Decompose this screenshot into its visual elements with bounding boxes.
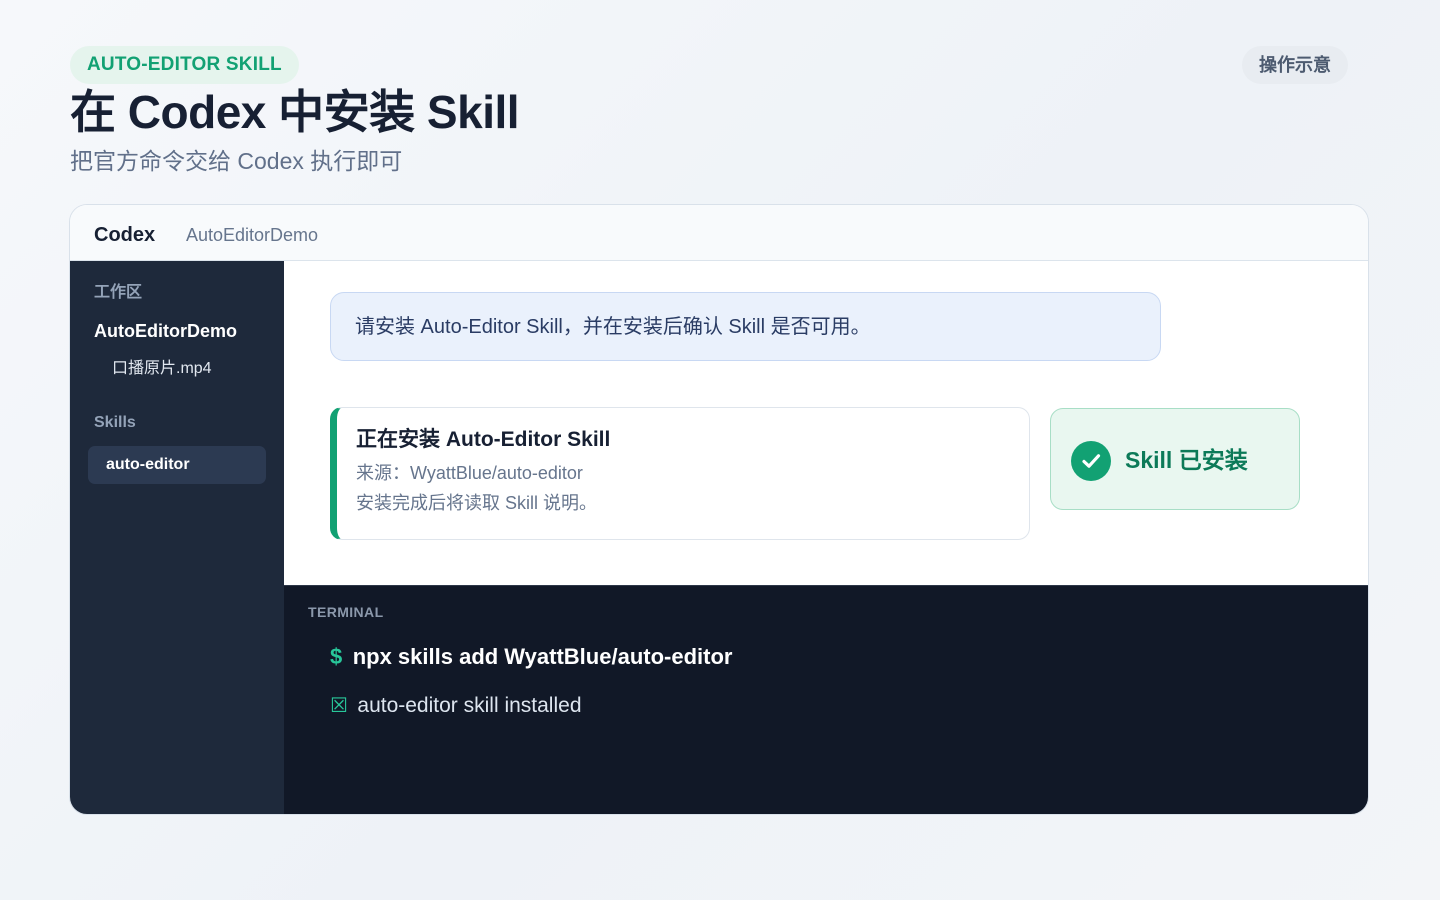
project-name: AutoEditorDemo	[186, 225, 319, 245]
workspace-item-autoeditordemo[interactable]: AutoEditorDemo	[94, 318, 237, 344]
terminal-command: $ npx skills add WyattBlue/auto-editor	[330, 641, 732, 673]
window-title-bar: Codex AutoEditorDemo	[70, 205, 1368, 261]
codex-app-name: Codex	[94, 224, 156, 246]
terminal-output: ☒ auto-editor skill installed	[330, 690, 582, 722]
installation-output: auto-editor skill installed	[357, 694, 582, 717]
workspace-sidebar: 工作区 AutoEditorDemo 口播原片.mp4 Skills auto-…	[70, 261, 284, 814]
page-title: 在 Codex 中安装 Skill	[70, 86, 520, 138]
user-message-text: 请安装 Auto-Editor Skill，并在安装后确认 Skill 是否可用…	[355, 316, 871, 338]
terminal-prompt-symbol: $	[330, 644, 343, 669]
installation-progress-card: 正在安装 Auto-Editor Skill 来源：WyattBlue/auto…	[330, 407, 1030, 540]
video-file-item[interactable]: 口播原片.mp4	[112, 357, 212, 381]
skill-installed-text: Skill 已安装	[1125, 447, 1248, 473]
installation-title: 正在安装 Auto-Editor Skill	[356, 428, 611, 451]
installed-marker-icon: ☒	[330, 695, 348, 717]
installation-note: 安装完成后将读取 Skill 说明。	[356, 493, 598, 513]
skills-heading: Skills	[94, 414, 136, 431]
terminal-label: TERMINAL	[308, 604, 384, 620]
installation-source: 来源：WyattBlue/auto-editor	[356, 463, 583, 483]
install-command: npx skills add WyattBlue/auto-editor	[352, 644, 733, 669]
auto-editor-skill-badge: AUTO-EDITOR SKILL	[70, 46, 299, 84]
terminal-panel: TERMINAL $ npx skills add WyattBlue/auto…	[284, 585, 1368, 814]
skill-item-auto-editor[interactable]: auto-editor	[88, 446, 266, 484]
user-message: 请安装 Auto-Editor Skill，并在安装后确认 Skill 是否可用…	[330, 292, 1161, 361]
skill-installed-status: Skill 已安装	[1050, 408, 1300, 510]
workspace-heading: 工作区	[94, 284, 143, 301]
check-circle-icon	[1071, 441, 1111, 481]
conversation-panel: 请安装 Auto-Editor Skill，并在安装后确认 Skill 是否可用…	[284, 261, 1368, 585]
page-subtitle: 把官方命令交给 Codex 执行即可	[70, 148, 403, 174]
operation-demo-label: 操作示意	[1242, 46, 1348, 84]
codex-window: Codex AutoEditorDemo 工作区 AutoEditorDemo …	[69, 204, 1369, 815]
